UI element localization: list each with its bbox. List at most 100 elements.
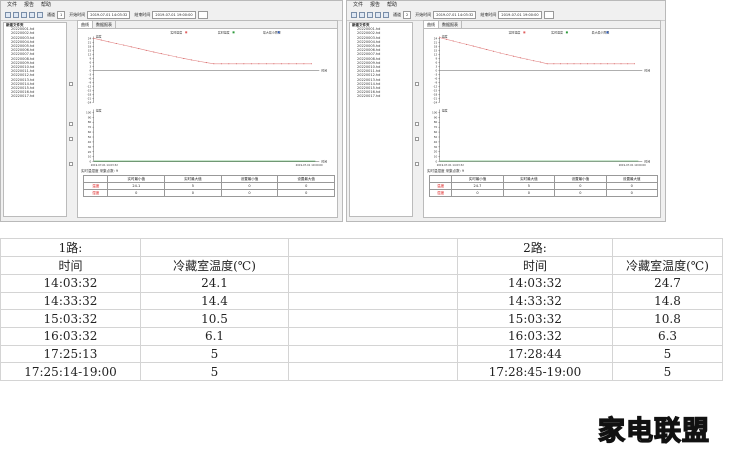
temperature-point [452,40,454,42]
temperature-point [153,51,155,53]
tab-curve[interactable]: 曲线 [78,21,93,28]
empty-cell [288,274,458,293]
start-time-field[interactable]: 2019-07-01 14:03:32 [433,11,477,19]
temperature-point [93,37,95,39]
legend-swatch [606,31,609,34]
stats-header-cell: 实时最大值 [502,175,556,183]
empty-cell [288,344,458,364]
scroll-handle[interactable] [415,162,419,166]
tab-report[interactable]: 数据报表 [439,21,462,28]
y-axis-label: 湿度 [442,107,448,112]
collapse-handle[interactable] [69,82,73,86]
y-tick-label: 50 [434,135,438,139]
y-tick-label: 30 [88,145,92,149]
time-cell: 16:03:32 [0,327,141,346]
channel-1-title: 1路: [0,238,141,257]
query-button[interactable] [197,11,208,19]
y-tick-label: 60 [88,130,92,134]
stats-row: 湿度 0 0 0 0 [428,189,659,197]
tree-file-item[interactable]: 20220017.hd [350,94,412,98]
temperature-point [183,57,185,59]
stats-header-cell: 设置最大值 [605,175,659,183]
tree-file-item[interactable]: 20220017.hd [4,94,66,98]
export-icon[interactable] [367,12,373,18]
open-icon[interactable] [351,12,357,18]
temperature-point [243,63,245,65]
temperature-point [160,53,162,55]
x-end-label: 2019-07-01 19:00:00 [296,163,323,167]
tab-report[interactable]: 数据报表 [93,21,116,28]
print-icon[interactable] [29,12,35,18]
scroll-handle[interactable] [69,122,73,126]
stats-header-cell: 实时最小值 [451,175,504,183]
temperature-chart: 24211815129630-3-6-9-12-15-18-21-24温度时间实… [433,30,650,105]
temperature-point [600,63,602,65]
stats-header-cell: 设置最大值 [277,175,335,183]
temperature-cell: 14.8 [612,291,723,311]
stats-row-label: 温度 [82,182,109,190]
start-time-field[interactable]: 2019-07-01 14:03:32 [87,11,131,19]
time-cell: 16:03:32 [457,327,613,346]
temperature-point [439,37,441,39]
menu-file[interactable]: 文件 [7,1,17,10]
y-tick-label: 60 [434,130,438,134]
channel-select[interactable]: 2 [403,11,412,19]
scroll-handle[interactable] [415,137,419,141]
stats-header-cell: 设置最小值 [554,175,607,183]
stats-cell: 0 [605,182,659,190]
stats-row-label: 湿度 [82,189,109,197]
end-time-field[interactable]: 2019-07-01 19:00:00 [498,11,542,19]
menu-report[interactable]: 报告 [24,1,34,10]
legend-swatch [185,31,188,34]
temperature-point [213,63,215,65]
time-cell: 14:03:32 [0,274,141,293]
temperature-point [198,60,200,62]
menu-help[interactable]: 帮助 [41,1,51,10]
y-tick-label: 90 [88,115,92,119]
menu-file[interactable]: 文件 [353,1,363,10]
temperature-column-header: 冷藏室温度(℃) [612,256,723,275]
end-time-field[interactable]: 2019-07-01 19:00:00 [152,11,196,19]
temperature-point [492,50,494,52]
stats-row-label: 湿度 [428,189,453,197]
empty-cell [288,362,458,382]
print-icon[interactable] [375,12,381,18]
chart-caption: 实时温湿度 采集点数: 9 [81,169,119,173]
brand-watermark: 家电联盟 [597,416,710,447]
tab-curve[interactable]: 曲线 [424,21,439,28]
temperature-cell: 14.4 [140,291,289,311]
temperature-point [459,42,461,44]
channel-select[interactable]: 1 [57,11,66,19]
temperature-point [519,57,521,59]
stats-header-cell: 实时最大值 [164,175,222,183]
export-icon[interactable] [21,12,27,18]
file-tree[interactable]: 新建文件夹 20220001.hd 20220002.hd 20220003.hd 2… [3,22,67,217]
time-cell: 14:33:32 [0,291,141,311]
refresh-icon[interactable] [383,12,389,18]
channel-label: 通道 [393,12,401,17]
save-icon[interactable] [359,12,365,18]
x-axis-label: 时间 [321,67,327,72]
temperature-point [506,54,508,56]
open-icon[interactable] [5,12,11,18]
temperature-point [145,49,147,51]
menu-help[interactable]: 帮助 [387,1,397,10]
temperature-point [250,63,252,65]
query-button[interactable] [543,11,554,19]
save-icon[interactable] [13,12,19,18]
menu-report[interactable]: 报告 [370,1,380,10]
file-tree[interactable]: 新建文件夹 20220001.hd 20220002.hd 20220003.hd 2… [349,22,413,217]
temperature-point [633,63,635,65]
app-window-channel-2: 文件 报告 帮助 通道 2 开始时间 2019-07-01 14:03:32 结… [346,0,666,222]
menu-bar: 文件 报告 帮助 [347,1,665,10]
collapse-handle[interactable] [415,82,419,86]
temperature-point [115,43,117,45]
scroll-handle[interactable] [69,137,73,141]
temperature-point [445,38,447,40]
temperature-cell: 5 [612,362,723,382]
scroll-handle[interactable] [69,162,73,166]
scroll-handle[interactable] [415,122,419,126]
refresh-icon[interactable] [37,12,43,18]
humidity-chart: 1009080706050403020100湿度时间2019-07-01 14:… [86,107,327,167]
temperature-point [526,58,528,60]
